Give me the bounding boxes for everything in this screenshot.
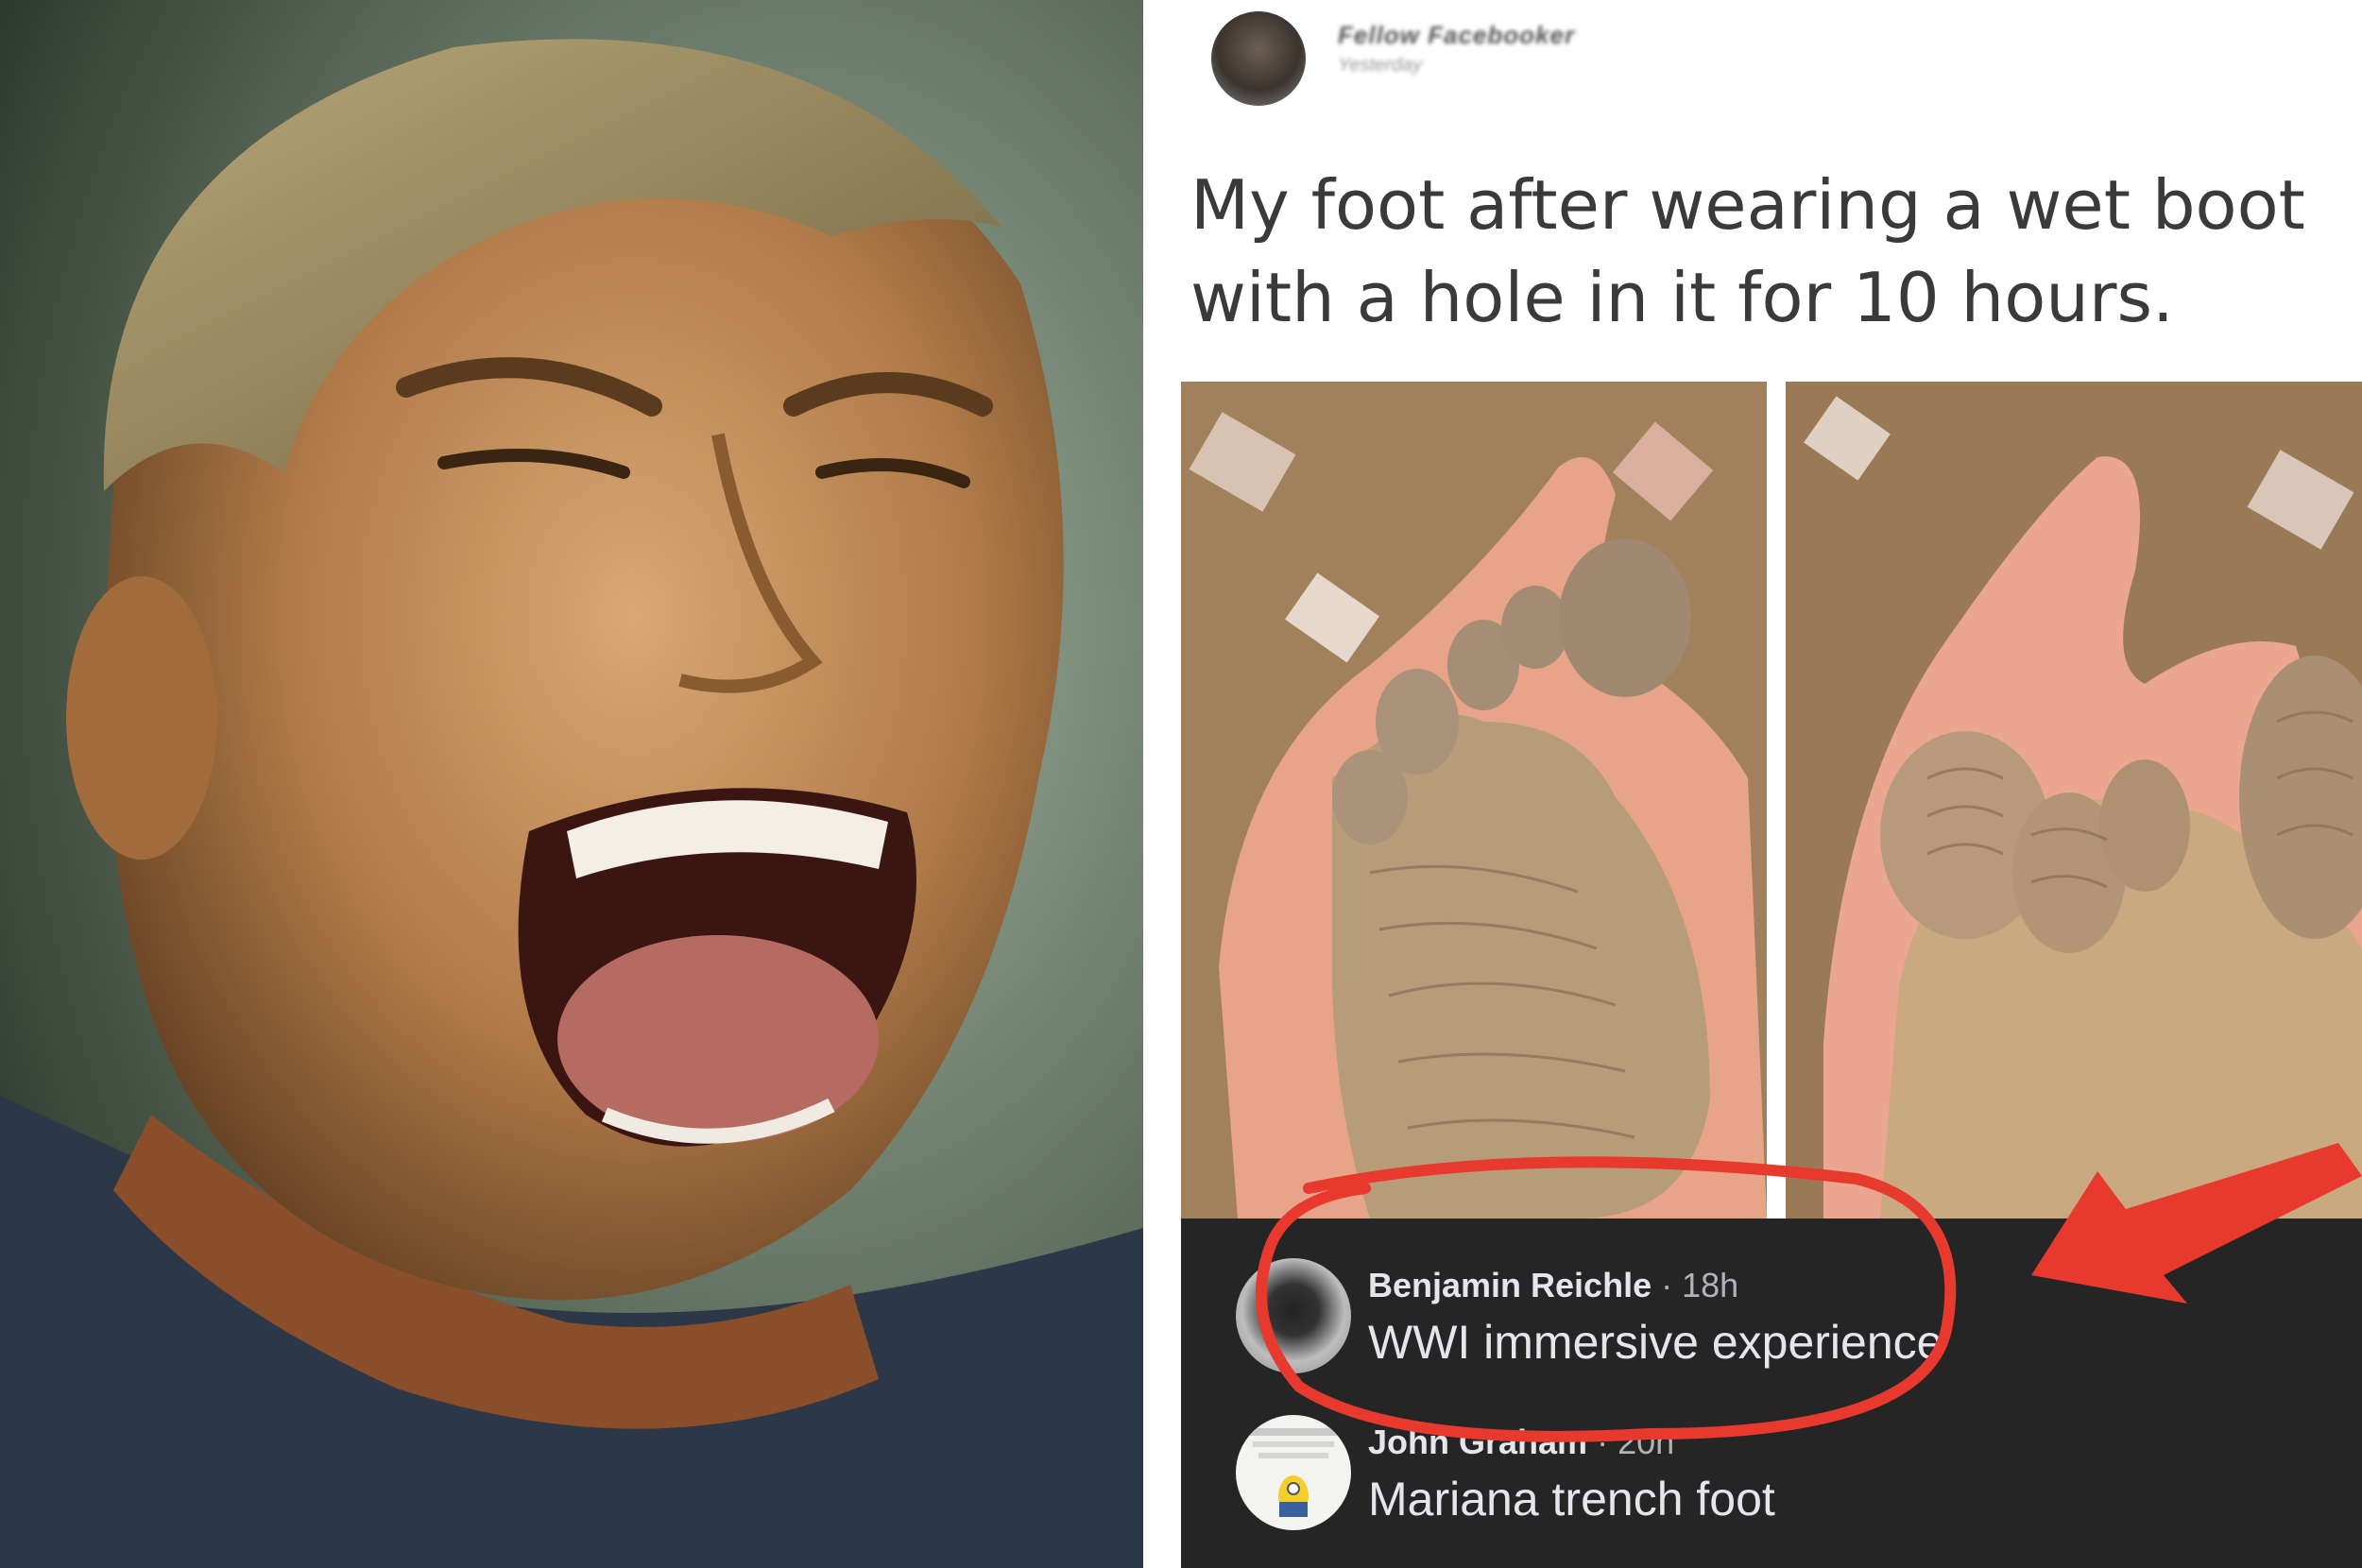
wrinkled-foot-image-closeup: [1786, 382, 2362, 1219]
post-text: My foot after wearing a wet boot with a …: [1190, 165, 2305, 337]
image-divider: [1143, 0, 1181, 1568]
comment-time: · 20h: [1597, 1423, 1675, 1461]
laughing-man-photo: [0, 0, 1143, 1568]
foot-photo-1[interactable]: [1181, 382, 1767, 1219]
comments-section: Benjamin Reichle · 18h WWI immersive exp…: [1181, 1219, 2362, 1568]
foot-photo-2[interactable]: [1786, 382, 2362, 1219]
commenter-name-text[interactable]: Benjamin Reichle: [1368, 1266, 1652, 1304]
commenter-name[interactable]: Benjamin Reichle · 18h: [1368, 1266, 1738, 1305]
author-name[interactable]: Fellow Facebooker: [1338, 21, 1575, 50]
comment: Benjamin Reichle · 18h WWI immersive exp…: [1209, 1247, 2296, 1389]
social-post: Fellow Facebooker Yesterday My foot afte…: [1181, 0, 2362, 1568]
comment: John Graham · 20h Mariana trench foot: [1209, 1404, 2296, 1545]
commenter-name[interactable]: John Graham · 20h: [1368, 1423, 1674, 1462]
commenter-name-text[interactable]: John Graham: [1368, 1423, 1587, 1461]
post-header: Fellow Facebooker Yesterday: [1196, 0, 2046, 123]
wrinkled-foot-image: [1181, 382, 1767, 1219]
minion-icon: [1245, 1428, 1342, 1517]
commenter-avatar[interactable]: [1236, 1258, 1351, 1373]
comment-time: · 18h: [1661, 1266, 1739, 1304]
laughing-man-illustration: [0, 0, 1143, 1568]
comment-text: Mariana trench foot: [1368, 1473, 1775, 1525]
author-avatar[interactable]: [1211, 11, 1306, 106]
post-timestamp: Yesterday: [1338, 55, 1422, 76]
commenter-avatar[interactable]: [1236, 1415, 1351, 1530]
comment-text: WWI immersive experience: [1368, 1316, 1943, 1369]
